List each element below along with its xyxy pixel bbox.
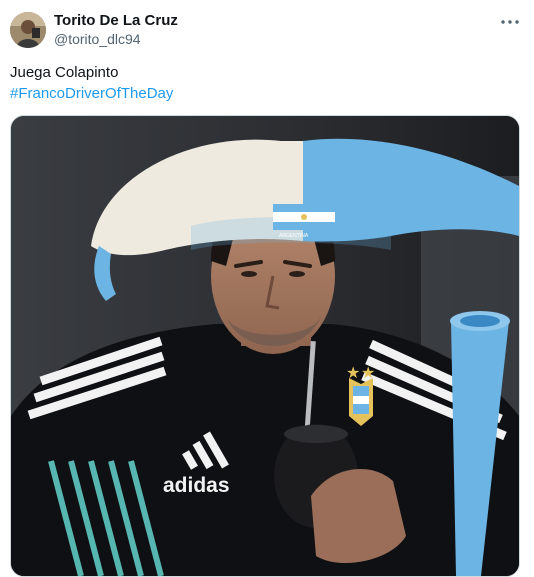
flag-label: ARGENTINA: [279, 233, 309, 239]
tweet-text: Juega Colapinto: [10, 64, 119, 81]
adidas-logo-text: adidas: [163, 474, 230, 497]
display-name[interactable]: Torito De La Cruz: [54, 11, 178, 30]
hashtag-link[interactable]: #FrancoDriverOfTheDay: [10, 84, 173, 104]
tweet-image[interactable]: adidas ★ ★ ARGENTINA: [10, 115, 520, 577]
svg-text:★: ★: [346, 363, 360, 382]
user-handle[interactable]: @torito_dlc94: [54, 30, 141, 48]
more-horizontal-icon[interactable]: [500, 12, 520, 32]
avatar[interactable]: [10, 12, 46, 48]
tweet-card: Torito De La Cruz @torito_dlc94 Juega Co…: [0, 0, 534, 577]
svg-text:★: ★: [361, 363, 375, 382]
photo-scene: adidas ★ ★ ARGENTINA: [11, 116, 519, 576]
avatar-photo: [10, 12, 46, 48]
